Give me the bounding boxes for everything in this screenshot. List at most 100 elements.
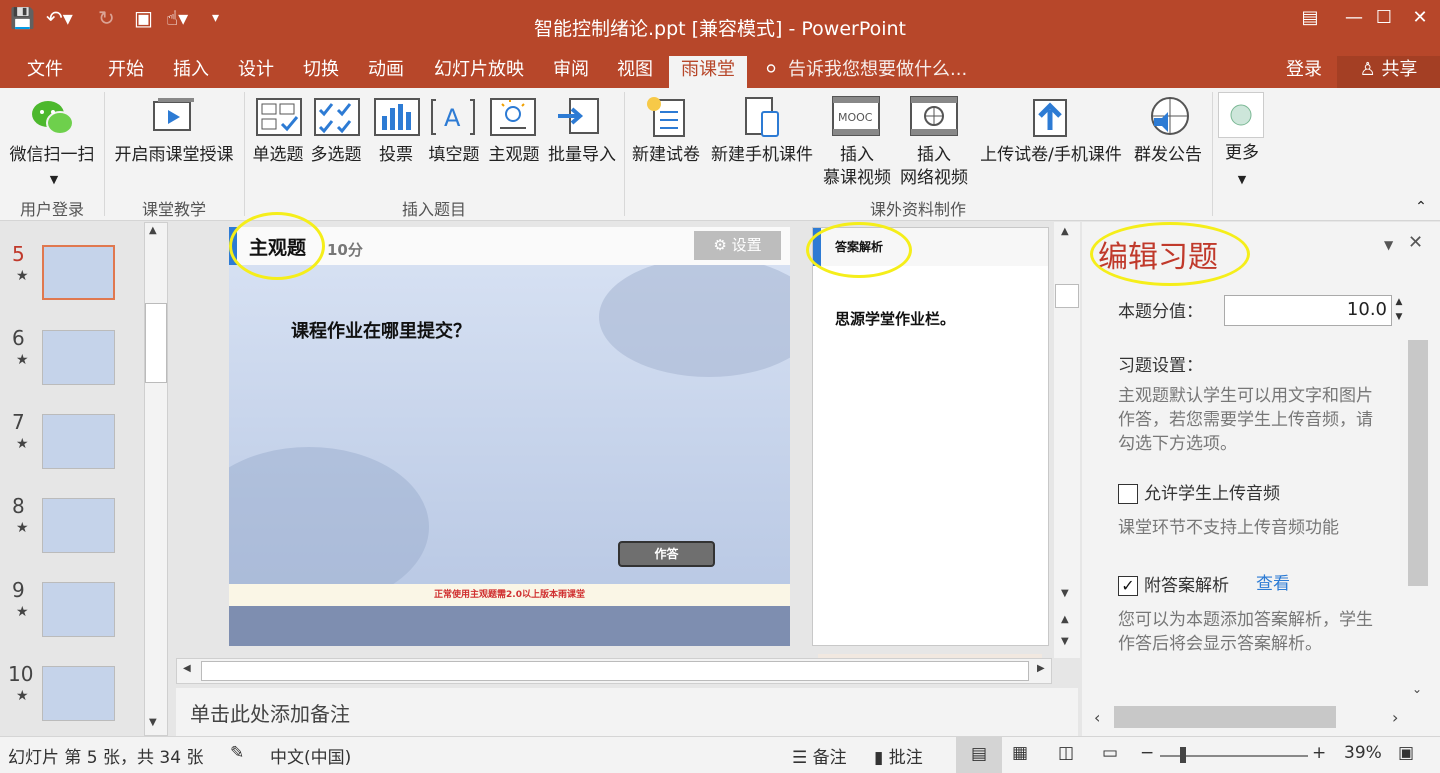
language-indicator[interactable]: 中文(中国) xyxy=(270,743,351,768)
panel-menu-icon[interactable]: ▼ xyxy=(1384,238,1393,252)
slide-thumb-5[interactable] xyxy=(42,245,115,300)
collapse-ribbon-icon[interactable]: ⌃ xyxy=(1410,196,1432,219)
score-stepper[interactable]: ▲ ▼ xyxy=(1392,295,1406,326)
tab-transitions[interactable]: 切换 xyxy=(293,56,349,88)
answer-analysis-card[interactable]: 答案解析 思源学堂作业栏。 xyxy=(812,227,1049,646)
close-button[interactable]: ✕ xyxy=(1400,4,1440,32)
tell-me-search[interactable]: 告诉我您想要做什么... xyxy=(788,56,978,88)
multi-choice-button[interactable]: 多选题 xyxy=(306,144,366,167)
animation-star-icon: ★ xyxy=(16,604,29,620)
panel-hscrollbar[interactable]: ‹ › xyxy=(1088,706,1410,732)
present-icon xyxy=(152,98,196,142)
zoom-in-button[interactable]: + xyxy=(1312,743,1326,763)
slide-number: 5 xyxy=(12,242,25,266)
thumbs-scrollbar[interactable]: ▲ ▼ xyxy=(144,222,168,736)
subjective-icon xyxy=(490,98,536,140)
user-icon: ♙ xyxy=(1359,59,1376,80)
scrollbar-thumb[interactable] xyxy=(145,303,167,383)
zoom-level[interactable]: 39% xyxy=(1344,743,1382,763)
scroll-down-icon[interactable]: ▼ xyxy=(149,717,157,728)
allow-audio-checkbox[interactable] xyxy=(1118,484,1138,504)
tab-review[interactable]: 审阅 xyxy=(543,56,599,88)
group-label-login: 用户登录 xyxy=(19,200,84,219)
next-slide-icon[interactable]: ▼ xyxy=(1061,636,1069,647)
answer-content[interactable]: 思源学堂作业栏。 xyxy=(835,308,955,329)
slideshow-view-icon[interactable]: ▭ xyxy=(1102,743,1118,763)
zoom-out-button[interactable]: − xyxy=(1140,743,1154,763)
attach-answer-checkbox[interactable]: ✓ xyxy=(1118,576,1138,596)
mooc-icon: MOOC xyxy=(832,96,880,140)
prev-slide-icon[interactable]: ▲ xyxy=(1061,614,1069,625)
tab-design[interactable]: 设计 xyxy=(228,56,284,88)
scroll-down-icon[interactable]: ⌄ xyxy=(1412,682,1422,696)
tab-animations[interactable]: 动画 xyxy=(358,56,414,88)
scroll-down-icon[interactable]: ▼ xyxy=(1061,588,1069,599)
slide-thumb-8[interactable] xyxy=(42,498,115,553)
slide-thumb-10[interactable] xyxy=(42,666,115,721)
tab-file[interactable]: 文件 xyxy=(14,56,76,88)
slide-canvas[interactable]: 主观题 10分 ⚙ 设置 课程作业在哪里提交？ 作答 正常使用主观题需2.0以上… xyxy=(229,227,790,646)
slide-thumb-6[interactable] xyxy=(42,330,115,385)
scroll-right-icon[interactable]: › xyxy=(1392,708,1398,727)
scroll-left-icon[interactable]: ◀ xyxy=(183,663,191,674)
horizontal-scrollbar[interactable]: ◀ ▶ xyxy=(176,658,1052,684)
attach-answer-label[interactable]: 附答案解析 xyxy=(1144,574,1229,598)
answer-button[interactable]: 作答 xyxy=(618,541,715,567)
slide-thumb-9[interactable] xyxy=(42,582,115,637)
single-choice-button[interactable]: 单选题 xyxy=(248,144,308,167)
slide-sorter-icon[interactable]: ▦ xyxy=(1012,743,1028,763)
settings-description: 勾选下方选项。 xyxy=(1118,434,1237,454)
score-input[interactable]: 10.0 xyxy=(1224,295,1392,326)
subjective-button[interactable]: 主观题 xyxy=(484,144,544,167)
scroll-left-icon[interactable]: ‹ xyxy=(1094,708,1100,727)
wechat-scan-button[interactable]: 微信扫一扫 xyxy=(4,144,100,167)
maximize-button[interactable]: ☐ xyxy=(1364,4,1404,32)
share-button[interactable]: ♙ 共享 xyxy=(1337,56,1440,88)
fit-slide-icon[interactable]: ▣ xyxy=(1398,743,1414,763)
settings-button[interactable]: ⚙ 设置 xyxy=(694,231,781,260)
insert-mooc-button[interactable]: 插入 慕课视频 xyxy=(818,144,896,190)
upload-button[interactable]: 上传试卷/手机课件 xyxy=(972,144,1130,167)
notes-placeholder[interactable]: 单击此处添加备注 xyxy=(190,698,350,727)
more-chevron-icon[interactable]: ▼ xyxy=(1232,168,1252,191)
ribbon-display-icon[interactable]: ▤ xyxy=(1290,4,1330,32)
tab-insert[interactable]: 插入 xyxy=(163,56,219,88)
view-link[interactable]: 查看 xyxy=(1256,572,1290,596)
scrollbar-thumb[interactable] xyxy=(1055,284,1079,308)
fill-blank-button[interactable]: 填空题 xyxy=(424,144,484,167)
tab-view[interactable]: 视图 xyxy=(607,56,663,88)
slide-thumb-7[interactable] xyxy=(42,414,115,469)
scrollbar-thumb[interactable] xyxy=(1114,706,1336,728)
tab-home[interactable]: 开始 xyxy=(98,56,154,88)
batch-import-button[interactable]: 批量导入 xyxy=(544,144,620,167)
scroll-up-icon[interactable]: ▲ xyxy=(1061,226,1069,237)
comments-toggle[interactable]: ▮ 批注 xyxy=(874,743,923,768)
notes-pane[interactable]: 单击此处添加备注 xyxy=(176,688,1078,736)
spellcheck-icon[interactable]: ✎ xyxy=(230,743,244,763)
slide-scrollbar[interactable]: ▲ ▼ ▲ ▼ xyxy=(1054,222,1080,658)
allow-audio-label[interactable]: 允许学生上传音频 xyxy=(1144,482,1280,506)
tab-slideshow[interactable]: 幻灯片放映 xyxy=(423,56,535,88)
question-text[interactable]: 课程作业在哪里提交？ xyxy=(291,317,471,343)
zoom-slider-handle[interactable] xyxy=(1180,747,1186,763)
start-class-button[interactable]: 开启雨课堂授课 xyxy=(108,144,240,167)
scroll-up-icon[interactable]: ▲ xyxy=(149,225,157,236)
login-link[interactable]: 登录 xyxy=(1280,56,1328,88)
slide-number: 9 xyxy=(12,578,25,602)
more-button[interactable]: 更多 xyxy=(1216,142,1268,165)
tab-yuketang[interactable]: 雨课堂 xyxy=(669,56,747,88)
chevron-down-icon[interactable]: ▼ xyxy=(44,168,64,191)
scroll-right-icon[interactable]: ▶ xyxy=(1037,663,1045,674)
reading-view-icon[interactable]: ◫ xyxy=(1058,743,1074,763)
normal-view-icon[interactable]: ▤ xyxy=(956,737,1002,773)
scrollbar-thumb[interactable] xyxy=(201,661,1029,681)
scrollbar-thumb[interactable] xyxy=(1408,340,1428,586)
panel-scrollbar[interactable]: ⌄ xyxy=(1408,222,1430,702)
vote-button[interactable]: 投票 xyxy=(366,144,426,167)
new-mobile-button[interactable]: 新建手机课件 xyxy=(706,144,818,167)
insert-web-video-button[interactable]: 插入 网络视频 xyxy=(896,144,972,190)
new-exam-button[interactable]: 新建试卷 xyxy=(628,144,704,167)
slide-number: 7 xyxy=(12,410,25,434)
notes-toggle[interactable]: ☰ 备注 xyxy=(792,743,847,768)
broadcast-button[interactable]: 群发公告 xyxy=(1130,144,1206,167)
